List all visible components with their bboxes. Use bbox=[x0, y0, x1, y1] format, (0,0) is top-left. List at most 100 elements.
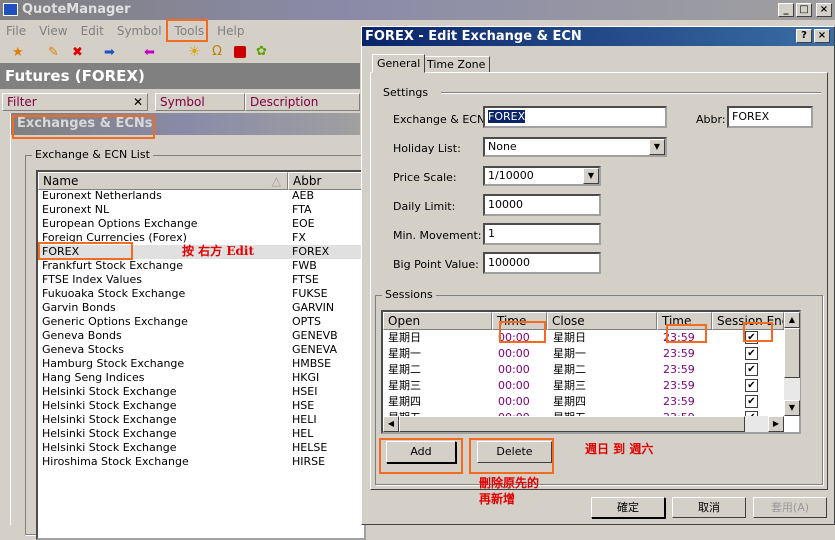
menu-view[interactable]: View bbox=[39, 24, 67, 38]
list-item[interactable]: Euronext NL FTA bbox=[38, 203, 368, 217]
price-scale-select[interactable]: 1/10000 ▼ bbox=[483, 166, 601, 186]
annotation-delete: 刪除原先的 bbox=[479, 476, 540, 490]
exchange-name: Helsinki Stock Exchange bbox=[42, 399, 177, 412]
help-button[interactable]: ? bbox=[796, 29, 812, 43]
exchange-input[interactable]: FOREX bbox=[483, 106, 667, 128]
sessions-table[interactable]: Open Time Close Time Session End 星期日 00:0… bbox=[381, 310, 801, 434]
list-item[interactable]: Helsinki Stock Exchange HELSE bbox=[38, 441, 368, 455]
apply-button[interactable]: 套用(A) bbox=[753, 497, 827, 518]
col-close[interactable]: Close bbox=[547, 312, 657, 330]
list-item[interactable]: Helsinki Stock Exchange HELI bbox=[38, 413, 368, 427]
sun-icon[interactable]: ☀ bbox=[188, 44, 201, 60]
list-item[interactable]: Helsinki Stock Exchange HEL bbox=[38, 427, 368, 441]
open-time[interactable]: 00:00 bbox=[498, 362, 530, 378]
close-filter-icon[interactable]: ✕ bbox=[133, 94, 143, 110]
highlight-delete bbox=[469, 438, 554, 474]
settings-icon[interactable]: ✿ bbox=[256, 44, 267, 59]
tab-general[interactable]: General bbox=[372, 54, 426, 73]
menu-edit[interactable]: Edit bbox=[81, 24, 104, 38]
column-symbol[interactable]: Symbol bbox=[155, 93, 245, 111]
menu-file[interactable]: File bbox=[6, 24, 26, 38]
daily-limit-input[interactable]: 10000 bbox=[483, 194, 601, 216]
exchange-name: Fukuoaka Stock Exchange bbox=[42, 287, 186, 300]
list-item[interactable]: Geneva Stocks GENEVA bbox=[38, 343, 368, 357]
list-item[interactable]: Hang Seng Indices HKGI bbox=[38, 371, 368, 385]
cancel-button[interactable]: 取消 bbox=[672, 497, 746, 518]
col-open[interactable]: Open bbox=[383, 312, 492, 330]
exchange-name: Geneva Stocks bbox=[42, 343, 124, 356]
horizontal-scrollbar[interactable]: ◀ ▶ bbox=[383, 416, 784, 432]
list-item[interactable]: Helsinki Stock Exchange HSEI bbox=[38, 385, 368, 399]
abbr-input[interactable]: FOREX bbox=[727, 106, 813, 128]
new-exchange-icon[interactable]: ★ bbox=[12, 45, 24, 60]
exchange-abbr: HELSE bbox=[292, 441, 328, 454]
close-time[interactable]: 23:59 bbox=[663, 346, 695, 362]
open-time[interactable]: 00:00 bbox=[498, 378, 530, 394]
app-icon bbox=[3, 3, 18, 16]
highlight-session-end bbox=[743, 322, 773, 342]
column-description[interactable]: Description bbox=[245, 93, 360, 111]
close-day: 星期一 bbox=[553, 347, 586, 360]
list-item[interactable]: FTSE Index Values FTSE bbox=[38, 273, 368, 287]
close-button[interactable]: × bbox=[816, 3, 832, 17]
list-item[interactable]: Frankfurt Stock Exchange FWB bbox=[38, 259, 368, 273]
scroll-up-icon: ▲ bbox=[784, 312, 800, 328]
session-row[interactable]: 星期二 00:00 星期二 23:59 ✔ bbox=[383, 362, 783, 378]
list-item[interactable]: Garvin Bonds GARVIN bbox=[38, 301, 368, 315]
edit-exchange-icon[interactable]: ✎ bbox=[48, 45, 59, 60]
open-time[interactable]: 00:00 bbox=[498, 346, 530, 362]
vertical-scrollbar[interactable]: ▲ ▼ bbox=[784, 312, 800, 416]
close-day: 星期四 bbox=[553, 395, 586, 408]
exchange-list[interactable]: Name △ Abbr Euronext Netherlands AEB Eurone… bbox=[36, 170, 368, 540]
import-icon[interactable]: ➡ bbox=[104, 45, 115, 60]
chart-icon[interactable]: Ω bbox=[212, 44, 222, 59]
column-name[interactable]: Name △ bbox=[38, 172, 288, 190]
session-end-checkbox[interactable]: ✔ bbox=[745, 347, 758, 360]
calendar-icon[interactable] bbox=[234, 46, 246, 58]
highlight-forex bbox=[38, 242, 133, 260]
delete-exchange-icon[interactable]: ✖ bbox=[72, 45, 83, 60]
min-movement-input[interactable]: 1 bbox=[483, 223, 601, 245]
column-abbr[interactable]: Abbr bbox=[288, 172, 368, 190]
session-row[interactable]: 星期日 00:00 星期日 23:59 ✔ bbox=[383, 330, 783, 346]
list-item[interactable]: Geneva Bonds GENEVB bbox=[38, 329, 368, 343]
menu-help[interactable]: Help bbox=[217, 24, 244, 38]
list-item[interactable]: Fukuoaka Stock Exchange FUKSE bbox=[38, 287, 368, 301]
menu-symbol[interactable]: Symbol bbox=[117, 24, 162, 38]
list-item[interactable]: Hiroshima Stock Exchange HIRSE bbox=[38, 455, 368, 469]
close-day: 星期二 bbox=[553, 363, 586, 376]
session-row[interactable]: 星期四 00:00 星期四 23:59 ✔ bbox=[383, 394, 783, 410]
open-day: 星期三 bbox=[388, 379, 421, 392]
export-icon[interactable]: ⬅ bbox=[144, 45, 155, 60]
list-item[interactable]: Hamburg Stock Exchange HMBSE bbox=[38, 357, 368, 371]
exchange-name: Helsinki Stock Exchange bbox=[42, 427, 177, 440]
tab-time-zone[interactable]: Time Zone bbox=[422, 56, 491, 73]
session-row[interactable]: 星期三 00:00 星期三 23:59 ✔ bbox=[383, 378, 783, 394]
session-end-checkbox[interactable]: ✔ bbox=[745, 379, 758, 392]
session-row[interactable]: 星期一 00:00 星期一 23:59 ✔ bbox=[383, 346, 783, 362]
session-end-checkbox[interactable]: ✔ bbox=[745, 363, 758, 376]
open-time[interactable]: 00:00 bbox=[498, 394, 530, 410]
minimize-button[interactable]: _ bbox=[778, 3, 794, 17]
list-item[interactable]: Euronext Netherlands AEB bbox=[38, 189, 368, 203]
close-time[interactable]: 23:59 bbox=[663, 362, 695, 378]
holiday-select[interactable]: None ▼ bbox=[483, 137, 667, 157]
list-item[interactable]: European Options Exchange EOE bbox=[38, 217, 368, 231]
filter-header: Filter ✕ bbox=[2, 93, 148, 111]
highlight-tools bbox=[166, 19, 208, 42]
exchange-list-group: Exchange & ECN List Name △ Abbr Euronext … bbox=[25, 148, 368, 540]
exchange-abbr: FX bbox=[292, 231, 306, 244]
open-day: 星期二 bbox=[388, 363, 421, 376]
list-item[interactable]: Helsinki Stock Exchange HSE bbox=[38, 399, 368, 413]
list-item[interactable]: Generic Options Exchange OPTS bbox=[38, 315, 368, 329]
close-time[interactable]: 23:59 bbox=[663, 394, 695, 410]
chevron-down-icon: ▼ bbox=[649, 139, 665, 155]
close-day: 星期三 bbox=[553, 379, 586, 392]
session-end-checkbox[interactable]: ✔ bbox=[745, 395, 758, 408]
exchange-abbr: FOREX bbox=[292, 245, 330, 258]
ok-button[interactable]: 確定 bbox=[591, 497, 665, 518]
big-point-value-input[interactable]: 100000 bbox=[483, 252, 601, 274]
maximize-button[interactable]: □ bbox=[796, 3, 812, 17]
close-time[interactable]: 23:59 bbox=[663, 378, 695, 394]
dialog-close-button[interactable]: × bbox=[814, 29, 830, 43]
